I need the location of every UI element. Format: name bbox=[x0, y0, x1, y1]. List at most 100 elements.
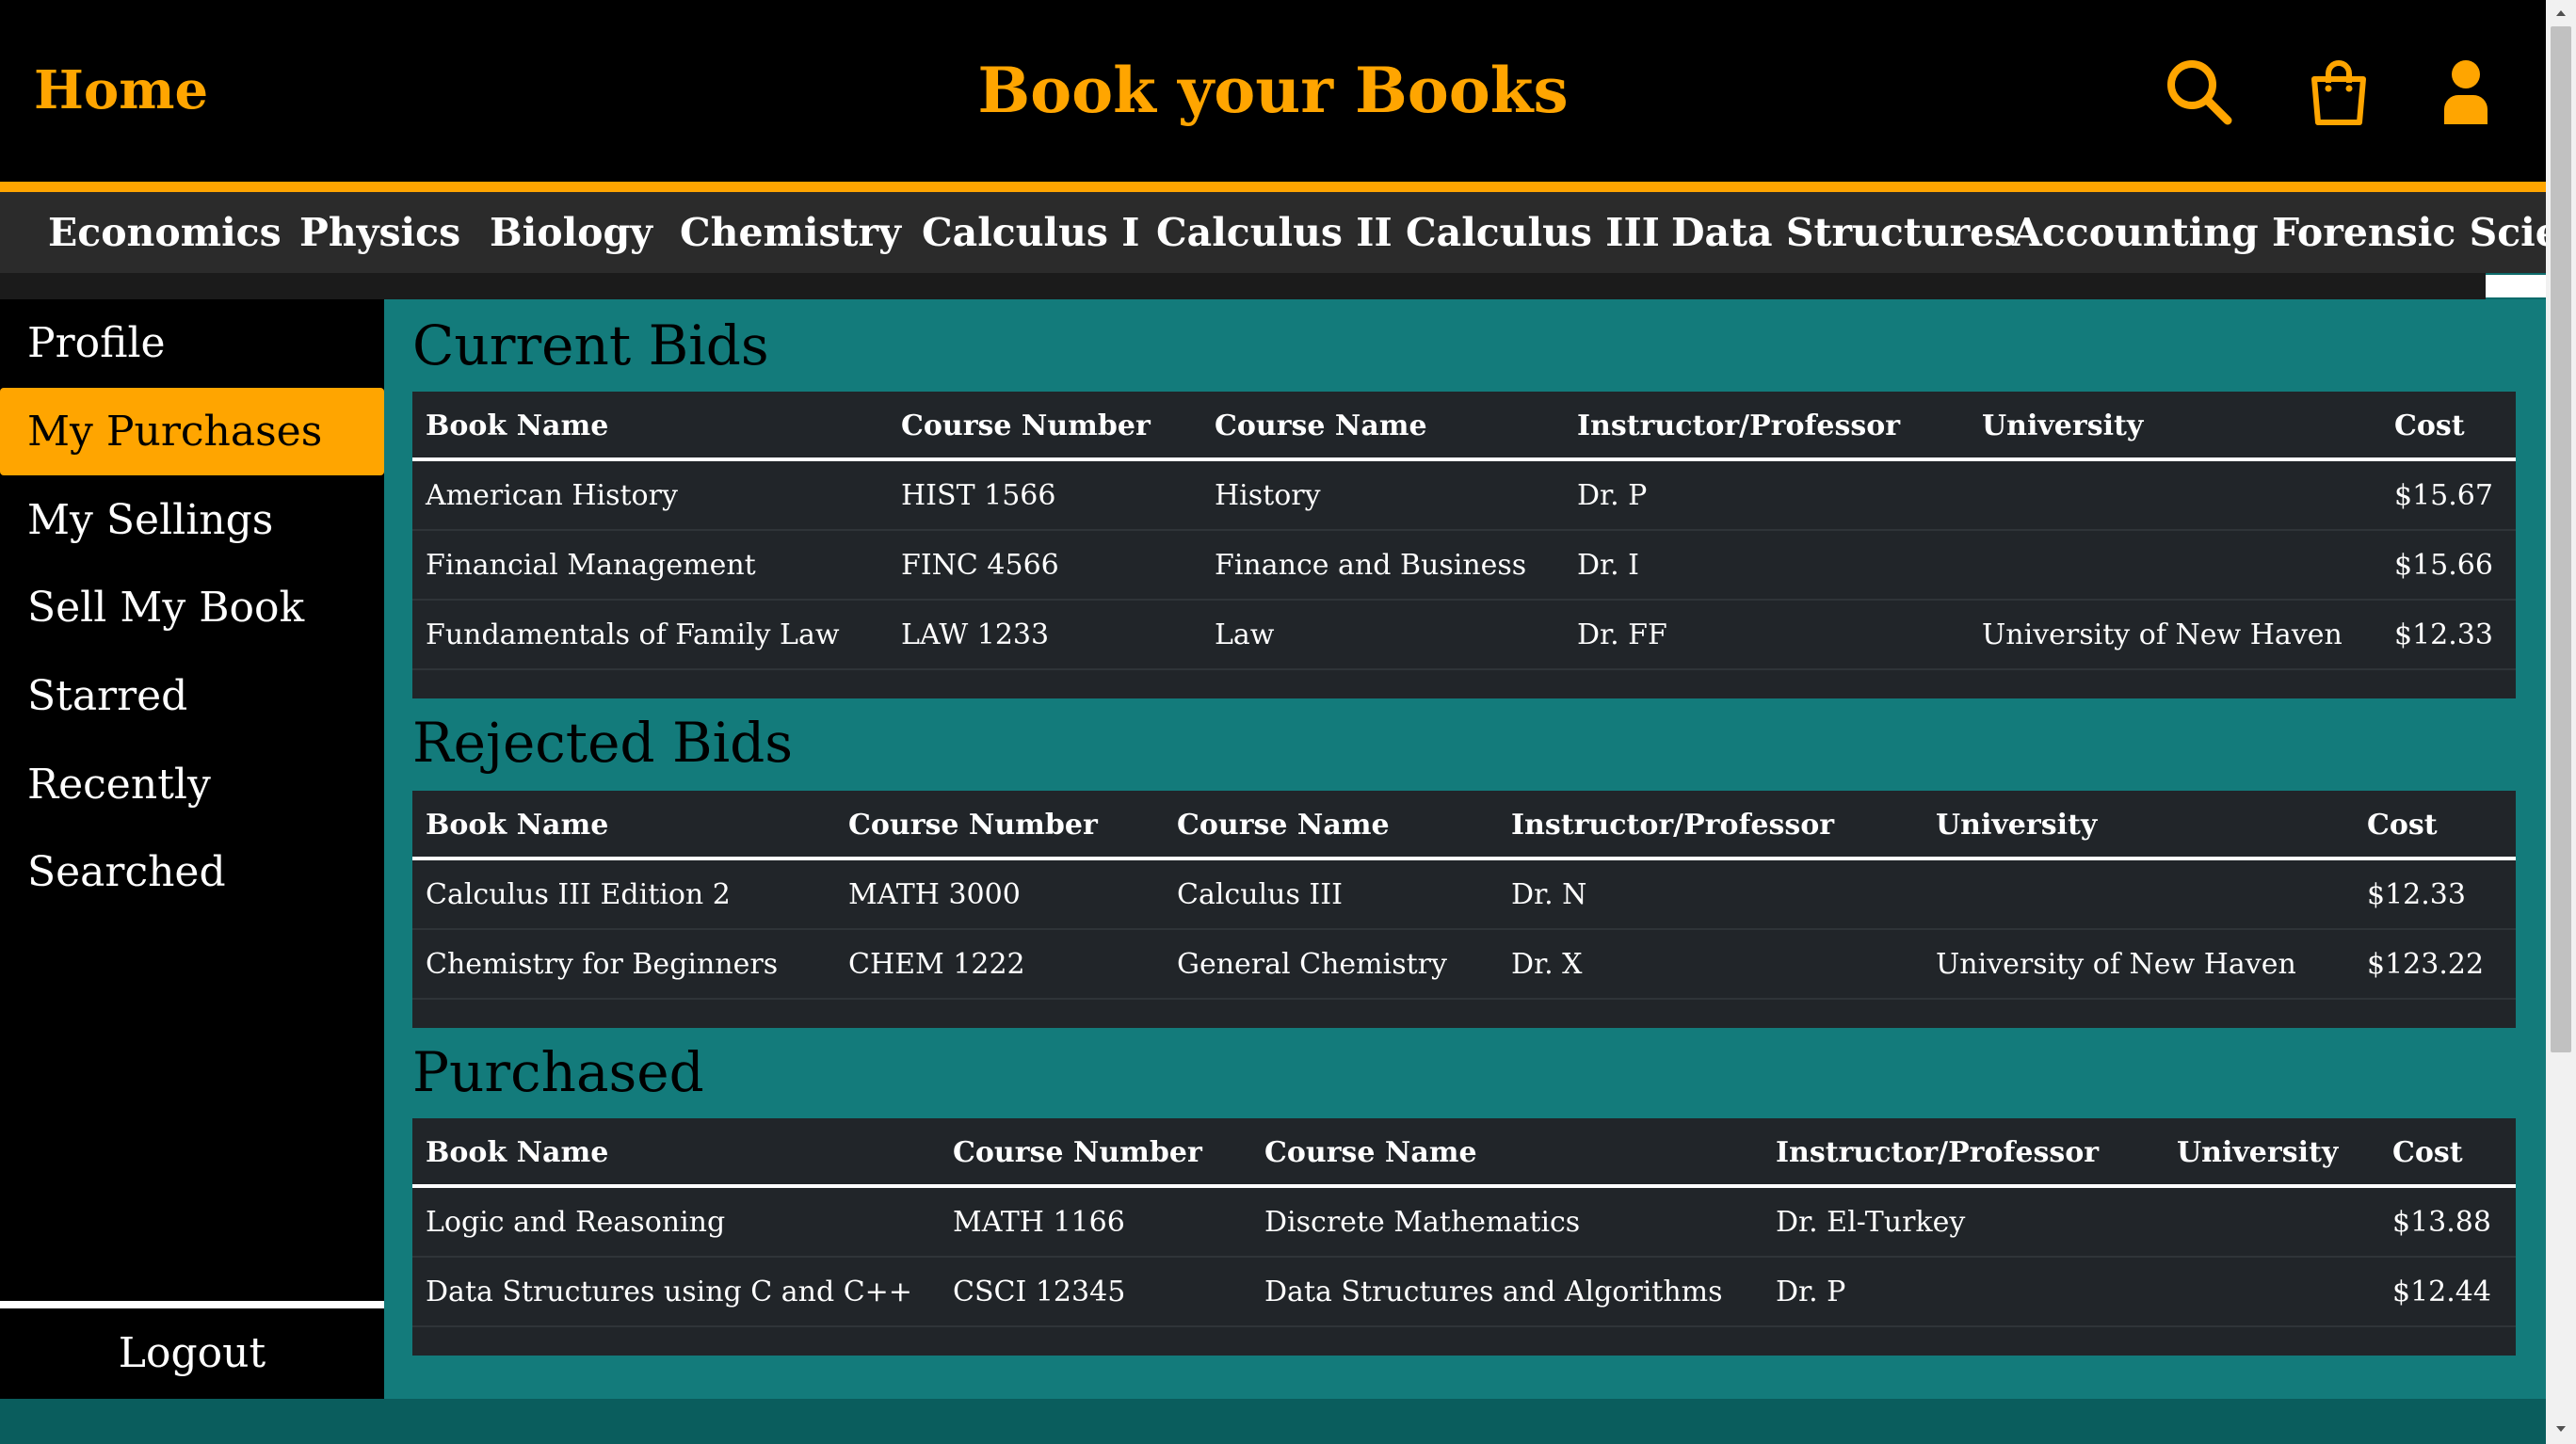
sidebar-item-profile[interactable]: Profile bbox=[0, 299, 384, 387]
sidebar: Profile My Purchases My Sellings Sell My… bbox=[0, 299, 384, 1399]
cell-book-name: Logic and Reasoning bbox=[426, 1206, 726, 1239]
main-content: Current Bids Book Name Course Number Cou… bbox=[384, 299, 2546, 1399]
category-calculus-i[interactable]: Calculus I bbox=[922, 209, 1139, 256]
category-economics[interactable]: Economics bbox=[48, 209, 282, 256]
cell-instructor: Dr. P bbox=[1776, 1276, 1846, 1308]
footer-bar bbox=[0, 1399, 2546, 1444]
category-scrollbar-thumb[interactable] bbox=[2486, 275, 2546, 297]
header-accent-line bbox=[0, 182, 2546, 192]
col-book-name: Book Name bbox=[426, 409, 609, 442]
section-title-purchased: Purchased bbox=[412, 1040, 704, 1104]
col-instructor: Instructor/Professor bbox=[1577, 409, 1901, 442]
cell-course-name: Law bbox=[1215, 618, 1275, 651]
cell-cost: $12.44 bbox=[2392, 1276, 2491, 1308]
cell-cost: $15.66 bbox=[2394, 549, 2493, 582]
col-university: University bbox=[2177, 1136, 2339, 1169]
col-cost: Cost bbox=[2367, 809, 2438, 842]
cell-course-name: Data Structures and Algorithms bbox=[1264, 1276, 1723, 1308]
cell-course-number: MATH 1166 bbox=[953, 1206, 1125, 1239]
cell-university: University of New Haven bbox=[1936, 948, 2296, 981]
cell-book-name: Chemistry for Beginners bbox=[426, 948, 779, 981]
col-book-name: Book Name bbox=[426, 809, 609, 842]
col-instructor: Instructor/Professor bbox=[1776, 1136, 2100, 1169]
table-row[interactable]: Data Structures using C and C++ CSCI 123… bbox=[412, 1258, 2516, 1327]
category-calculus-iii[interactable]: Calculus III bbox=[1406, 209, 1660, 256]
cell-course-name: History bbox=[1215, 479, 1321, 512]
cell-course-number: HIST 1566 bbox=[901, 479, 1056, 512]
table-row[interactable]: Calculus III Edition 2 MATH 3000 Calculu… bbox=[412, 860, 2516, 930]
logout-button[interactable]: Logout bbox=[0, 1320, 384, 1388]
cell-course-number: CHEM 1222 bbox=[848, 948, 1025, 981]
col-course-number: Course Number bbox=[901, 409, 1151, 442]
cell-course-number: MATH 3000 bbox=[848, 878, 1021, 911]
cell-instructor: Dr. P bbox=[1577, 479, 1648, 512]
cell-cost: $15.67 bbox=[2394, 479, 2493, 512]
category-forensic-science[interactable]: Forensic Science bbox=[2272, 209, 2546, 256]
cell-course-name: Calculus III bbox=[1177, 878, 1343, 911]
cell-instructor: Dr. X bbox=[1511, 948, 1583, 981]
shopping-bag-icon[interactable] bbox=[2302, 55, 2375, 128]
category-chemistry[interactable]: Chemistry bbox=[680, 209, 901, 256]
col-course-number: Course Number bbox=[953, 1136, 1202, 1169]
cell-book-name: Data Structures using C and C++ bbox=[426, 1276, 912, 1308]
cell-cost: $13.88 bbox=[2392, 1206, 2491, 1239]
col-cost: Cost bbox=[2392, 1136, 2463, 1169]
top-header: Home Book your Books bbox=[0, 0, 2546, 182]
scroll-down-arrow-icon[interactable] bbox=[2553, 1421, 2568, 1436]
sidebar-divider bbox=[0, 1301, 384, 1308]
col-university: University bbox=[1982, 409, 2144, 442]
col-book-name: Book Name bbox=[426, 1136, 609, 1169]
cell-course-name: Finance and Business bbox=[1215, 549, 1527, 582]
sidebar-item-my-sellings[interactable]: My Sellings bbox=[0, 476, 384, 564]
sidebar-item-starred[interactable]: Starred bbox=[0, 652, 384, 740]
cell-course-number: FINC 4566 bbox=[901, 549, 1059, 582]
category-biology[interactable]: Biology bbox=[490, 209, 652, 256]
cell-book-name: Calculus III Edition 2 bbox=[426, 878, 731, 911]
cell-instructor: Dr. FF bbox=[1577, 618, 1667, 651]
cell-instructor: Dr. I bbox=[1577, 549, 1640, 582]
col-course-name: Course Name bbox=[1177, 809, 1390, 842]
current-bids-table: Book Name Course Number Course Name Inst… bbox=[412, 392, 2516, 698]
purchased-table: Book Name Course Number Course Name Inst… bbox=[412, 1118, 2516, 1356]
col-university: University bbox=[1936, 809, 2098, 842]
col-course-number: Course Number bbox=[848, 809, 1098, 842]
rejected-bids-table: Book Name Course Number Course Name Inst… bbox=[412, 791, 2516, 1028]
cell-cost: $123.22 bbox=[2367, 948, 2485, 981]
sidebar-item-recently-searched[interactable]: Recently Searched bbox=[0, 741, 384, 896]
cell-course-number: CSCI 12345 bbox=[953, 1276, 1126, 1308]
table-row[interactable]: Fundamentals of Family Law LAW 1233 Law … bbox=[412, 601, 2516, 670]
col-cost: Cost bbox=[2394, 409, 2465, 442]
cell-course-name: General Chemistry bbox=[1177, 948, 1447, 981]
col-instructor: Instructor/Professor bbox=[1511, 809, 1835, 842]
table-row[interactable]: Chemistry for Beginners CHEM 1222 Genera… bbox=[412, 930, 2516, 1000]
category-scrollbar-track[interactable] bbox=[0, 273, 2486, 299]
cell-instructor: Dr. N bbox=[1511, 878, 1587, 911]
table-header: Book Name Course Number Course Name Inst… bbox=[412, 791, 2516, 858]
sidebar-item-my-purchases[interactable]: My Purchases bbox=[0, 388, 384, 475]
cell-book-name: American History bbox=[426, 479, 678, 512]
sidebar-item-sell-my-book[interactable]: Sell My Book bbox=[0, 564, 384, 651]
table-header: Book Name Course Number Course Name Inst… bbox=[412, 1118, 2516, 1186]
section-title-rejected-bids: Rejected Bids bbox=[412, 711, 794, 775]
category-data-structures[interactable]: Data Structures bbox=[1671, 209, 2016, 256]
cell-cost: $12.33 bbox=[2367, 878, 2466, 911]
cell-course-name: Discrete Mathematics bbox=[1264, 1206, 1581, 1239]
table-row[interactable]: American History HIST 1566 History Dr. P… bbox=[412, 461, 2516, 531]
cell-university: University of New Haven bbox=[1982, 618, 2343, 651]
page: Home Book your Books Economics Physics B… bbox=[0, 0, 2576, 1444]
scroll-up-arrow-icon[interactable] bbox=[2553, 6, 2568, 21]
page-scrollbar-thumb[interactable] bbox=[2551, 26, 2571, 1052]
category-accounting[interactable]: Accounting bbox=[2012, 209, 2259, 256]
table-row[interactable]: Financial Management FINC 4566 Finance a… bbox=[412, 531, 2516, 601]
user-icon[interactable] bbox=[2429, 55, 2503, 128]
cell-cost: $12.33 bbox=[2394, 618, 2493, 651]
section-title-current-bids: Current Bids bbox=[412, 313, 769, 377]
search-icon[interactable] bbox=[2162, 55, 2235, 128]
cell-course-number: LAW 1233 bbox=[901, 618, 1050, 651]
cell-book-name: Financial Management bbox=[426, 549, 756, 582]
category-physics[interactable]: Physics bbox=[299, 209, 460, 256]
category-nav: Economics Physics Biology Chemistry Calc… bbox=[0, 192, 2546, 273]
col-course-name: Course Name bbox=[1264, 1136, 1477, 1169]
table-row[interactable]: Logic and Reasoning MATH 1166 Discrete M… bbox=[412, 1188, 2516, 1258]
category-calculus-ii[interactable]: Calculus II bbox=[1156, 209, 1393, 256]
